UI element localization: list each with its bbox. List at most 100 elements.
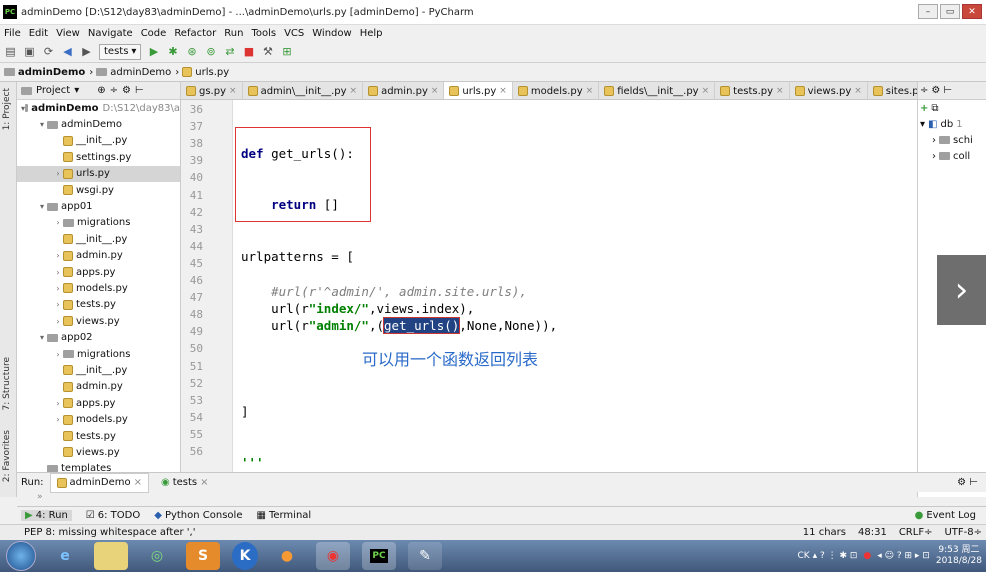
status-caret-position[interactable]: 48:31 [858,527,887,538]
coverage-icon[interactable]: ⊛ [185,45,198,58]
expand-arrow-icon[interactable]: › [53,169,63,178]
expand-arrow-icon[interactable]: › [53,399,63,408]
volume-icon[interactable]: ◂ ☺ ? ⊞ ▸ ⊡ [877,551,930,561]
settings-wrench-icon[interactable]: ⚒ [261,45,274,58]
tree-item[interactable]: settings.py [17,149,180,165]
tool-tab-run[interactable]: ▶ 4: Run [21,510,72,521]
db-child[interactable]: › coll [918,148,986,164]
maximize-button[interactable]: ▭ [940,4,960,19]
close-tab-icon[interactable]: × [229,86,237,96]
db-root[interactable]: ▾ ◧ db 1 [918,116,986,132]
event-log-button[interactable]: ● Event Log [915,510,976,521]
close-tab-icon[interactable]: × [776,86,784,96]
tree-item[interactable]: › models.py [17,280,180,296]
tree-item[interactable]: › urls.py [17,165,180,182]
tree-item[interactable]: ▾ adminDemo [17,116,180,132]
menu-help[interactable]: Help [356,28,387,39]
close-tab-icon[interactable]: × [431,86,439,96]
gear-icon[interactable]: ⚙ [122,85,131,96]
run-icon[interactable]: ▶ [147,45,160,58]
run-tab-admindemo[interactable]: adminDemo × [49,472,149,493]
tree-item[interactable]: wsgi.py [17,182,180,198]
taskbar-clock[interactable]: 9:53 周二 2018/8/28 [936,545,982,567]
add-icon[interactable]: + [920,103,928,114]
run-tab-tests[interactable]: ◉ tests × [155,473,215,493]
expand-arrow-icon[interactable]: ▾ [37,120,47,129]
chrome-icon[interactable]: ◉ [316,542,350,570]
open-folder-icon[interactable]: ▤ [4,45,17,58]
breadcrumb-project[interactable]: adminDemo [4,67,85,78]
next-slide-button[interactable]: › [937,255,986,325]
close-tab-icon[interactable]: × [350,86,358,96]
menu-edit[interactable]: Edit [25,28,52,39]
tree-item[interactable]: ▾ adminDemo D:\S12\day83\a [17,100,180,116]
menu-file[interactable]: File [0,28,25,39]
tree-item[interactable]: › views.py [17,313,180,329]
chevron-down-icon[interactable]: ▾ [74,85,79,96]
tree-item[interactable]: __init__.py [17,362,180,378]
tree-item[interactable]: views.py [17,444,180,460]
sublime-icon[interactable]: S [186,542,220,570]
tree-item[interactable]: › admin.py [17,248,180,264]
expand-arrow-icon[interactable]: › [53,317,63,326]
status-line-separator[interactable]: CRLF÷ [899,527,933,538]
expand-icon[interactable]: ÷ [920,85,928,96]
tree-item[interactable]: › apps.py [17,264,180,280]
windows-start-button[interactable] [6,541,36,571]
minimize-button[interactable]: – [918,4,938,19]
app-green-icon[interactable]: ◎ [140,542,174,570]
project-view-selector[interactable]: Project [36,85,70,96]
status-encoding[interactable]: UTF-8÷ [944,527,982,538]
menu-view[interactable]: View [52,28,84,39]
menu-refactor[interactable]: Refactor [170,28,220,39]
stop-icon[interactable]: ■ [242,45,255,58]
editor-tab[interactable]: admin\__init__.py × [243,82,364,99]
expand-arrow-icon[interactable]: › [53,268,63,277]
collapse-icon[interactable]: ÷ [110,85,118,96]
editor-tab[interactable]: models.py × [513,82,600,99]
forward-icon[interactable]: ▶ [80,45,93,58]
project-side-tab[interactable]: 1: Project [2,88,12,130]
close-icon[interactable]: × [134,477,142,488]
breadcrumb-file[interactable]: › urls.py [175,67,229,78]
expand-arrow-icon[interactable]: › [53,284,63,293]
debug-icon[interactable]: ✱ [166,45,179,58]
run-config-dropdown[interactable]: tests ▾ [99,43,142,60]
tree-item[interactable]: › migrations [17,346,180,362]
firefox-icon[interactable]: ● [270,542,304,570]
notepad-icon[interactable]: ✎ [408,542,442,570]
editor-tab[interactable]: urls.py × [444,82,513,99]
editor-tab[interactable]: views.py × [790,82,868,99]
tree-item[interactable]: admin.py [17,379,180,395]
breadcrumb-package[interactable]: › adminDemo [89,67,171,78]
editor-tab[interactable]: gs.py × [181,82,243,99]
save-icon[interactable]: ▣ [23,45,36,58]
expand-arrow-icon[interactable]: ▾ [37,202,47,211]
tool-tab-terminal[interactable]: ▦ Terminal [256,510,311,521]
close-tab-icon[interactable]: × [586,86,594,96]
hide-icon[interactable]: ⊢ [943,85,952,96]
tree-item[interactable]: __init__.py [17,231,180,247]
close-icon[interactable]: × [200,477,208,488]
expand-arrow-icon[interactable]: › [53,415,63,424]
tree-item[interactable]: ▾ app01 [17,198,180,214]
file-explorer-icon[interactable] [94,542,128,570]
expand-arrow-icon[interactable]: › [53,218,63,227]
scope-icon[interactable]: ⊕ [97,85,105,96]
tree-item[interactable]: › apps.py [17,395,180,411]
menu-code[interactable]: Code [137,28,171,39]
db-child[interactable]: › schi [918,132,986,148]
structure-icon[interactable]: ⊞ [280,45,293,58]
tree-item[interactable]: › migrations [17,215,180,231]
editor-tab[interactable]: admin.py × [363,82,445,99]
hide-icon[interactable]: ⊢ [135,85,144,96]
close-tab-icon[interactable]: × [499,86,507,96]
tree-item[interactable]: ▾ app02 [17,329,180,345]
tree-item[interactable]: __init__.py [17,133,180,149]
editor-tab[interactable]: sites.py× [868,82,917,99]
expand-arrow-icon[interactable]: › [53,251,63,260]
internet-explorer-icon[interactable]: e [48,542,82,570]
menu-window[interactable]: Window [308,28,355,39]
sync-icon[interactable]: ⟳ [42,45,55,58]
expand-arrow-icon[interactable]: › [53,300,63,309]
